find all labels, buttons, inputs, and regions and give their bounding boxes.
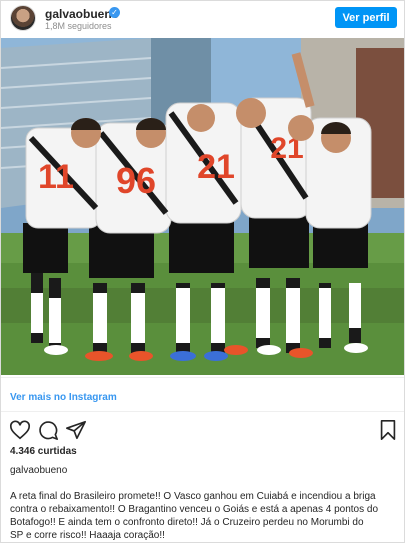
post-photo[interactable]: 11 96 21 21 — [1, 38, 404, 375]
caption-line: A reta final do Brasileiro promete!! O V… — [10, 491, 376, 502]
like-count: 4.346 curtidas — [10, 446, 77, 457]
share-icon[interactable] — [65, 419, 87, 441]
instagram-embed: galvaobueno ✓ 1,8M seguidores Ver perfil — [0, 0, 405, 543]
view-profile-button[interactable]: Ver perfil — [335, 7, 397, 28]
view-more-instagram-link[interactable]: Ver mais no Instagram — [10, 392, 117, 403]
action-bar — [1, 419, 404, 443]
caption-username[interactable]: galvaobueno — [10, 465, 67, 476]
comment-icon[interactable] — [37, 419, 59, 441]
caption-line: Botafogo!! E ainda tem o confronto diret… — [10, 517, 364, 528]
follower-count: 1,8M seguidores — [45, 21, 112, 31]
divider — [1, 377, 404, 378]
caption-line: SP e corre risco!! Haaaja coração!! — [10, 530, 165, 541]
verified-badge-icon: ✓ — [109, 7, 120, 18]
jersey-number: 11 — [38, 158, 74, 196]
profile-username[interactable]: galvaobueno — [45, 7, 119, 21]
divider — [1, 411, 404, 412]
profile-avatar[interactable] — [10, 5, 36, 31]
heart-icon[interactable] — [9, 419, 31, 441]
jersey-number: 21 — [197, 148, 235, 186]
post-header: galvaobueno ✓ 1,8M seguidores Ver perfil — [1, 1, 404, 35]
caption-line: contra o rebaixamento!! O Bragantino ven… — [10, 504, 379, 515]
team-huddle-photo: 11 96 21 21 — [1, 38, 404, 375]
post-caption: A reta final do Brasileiro promete!! O V… — [10, 490, 400, 542]
bookmark-icon[interactable] — [377, 419, 399, 441]
jersey-number: 96 — [116, 160, 156, 201]
